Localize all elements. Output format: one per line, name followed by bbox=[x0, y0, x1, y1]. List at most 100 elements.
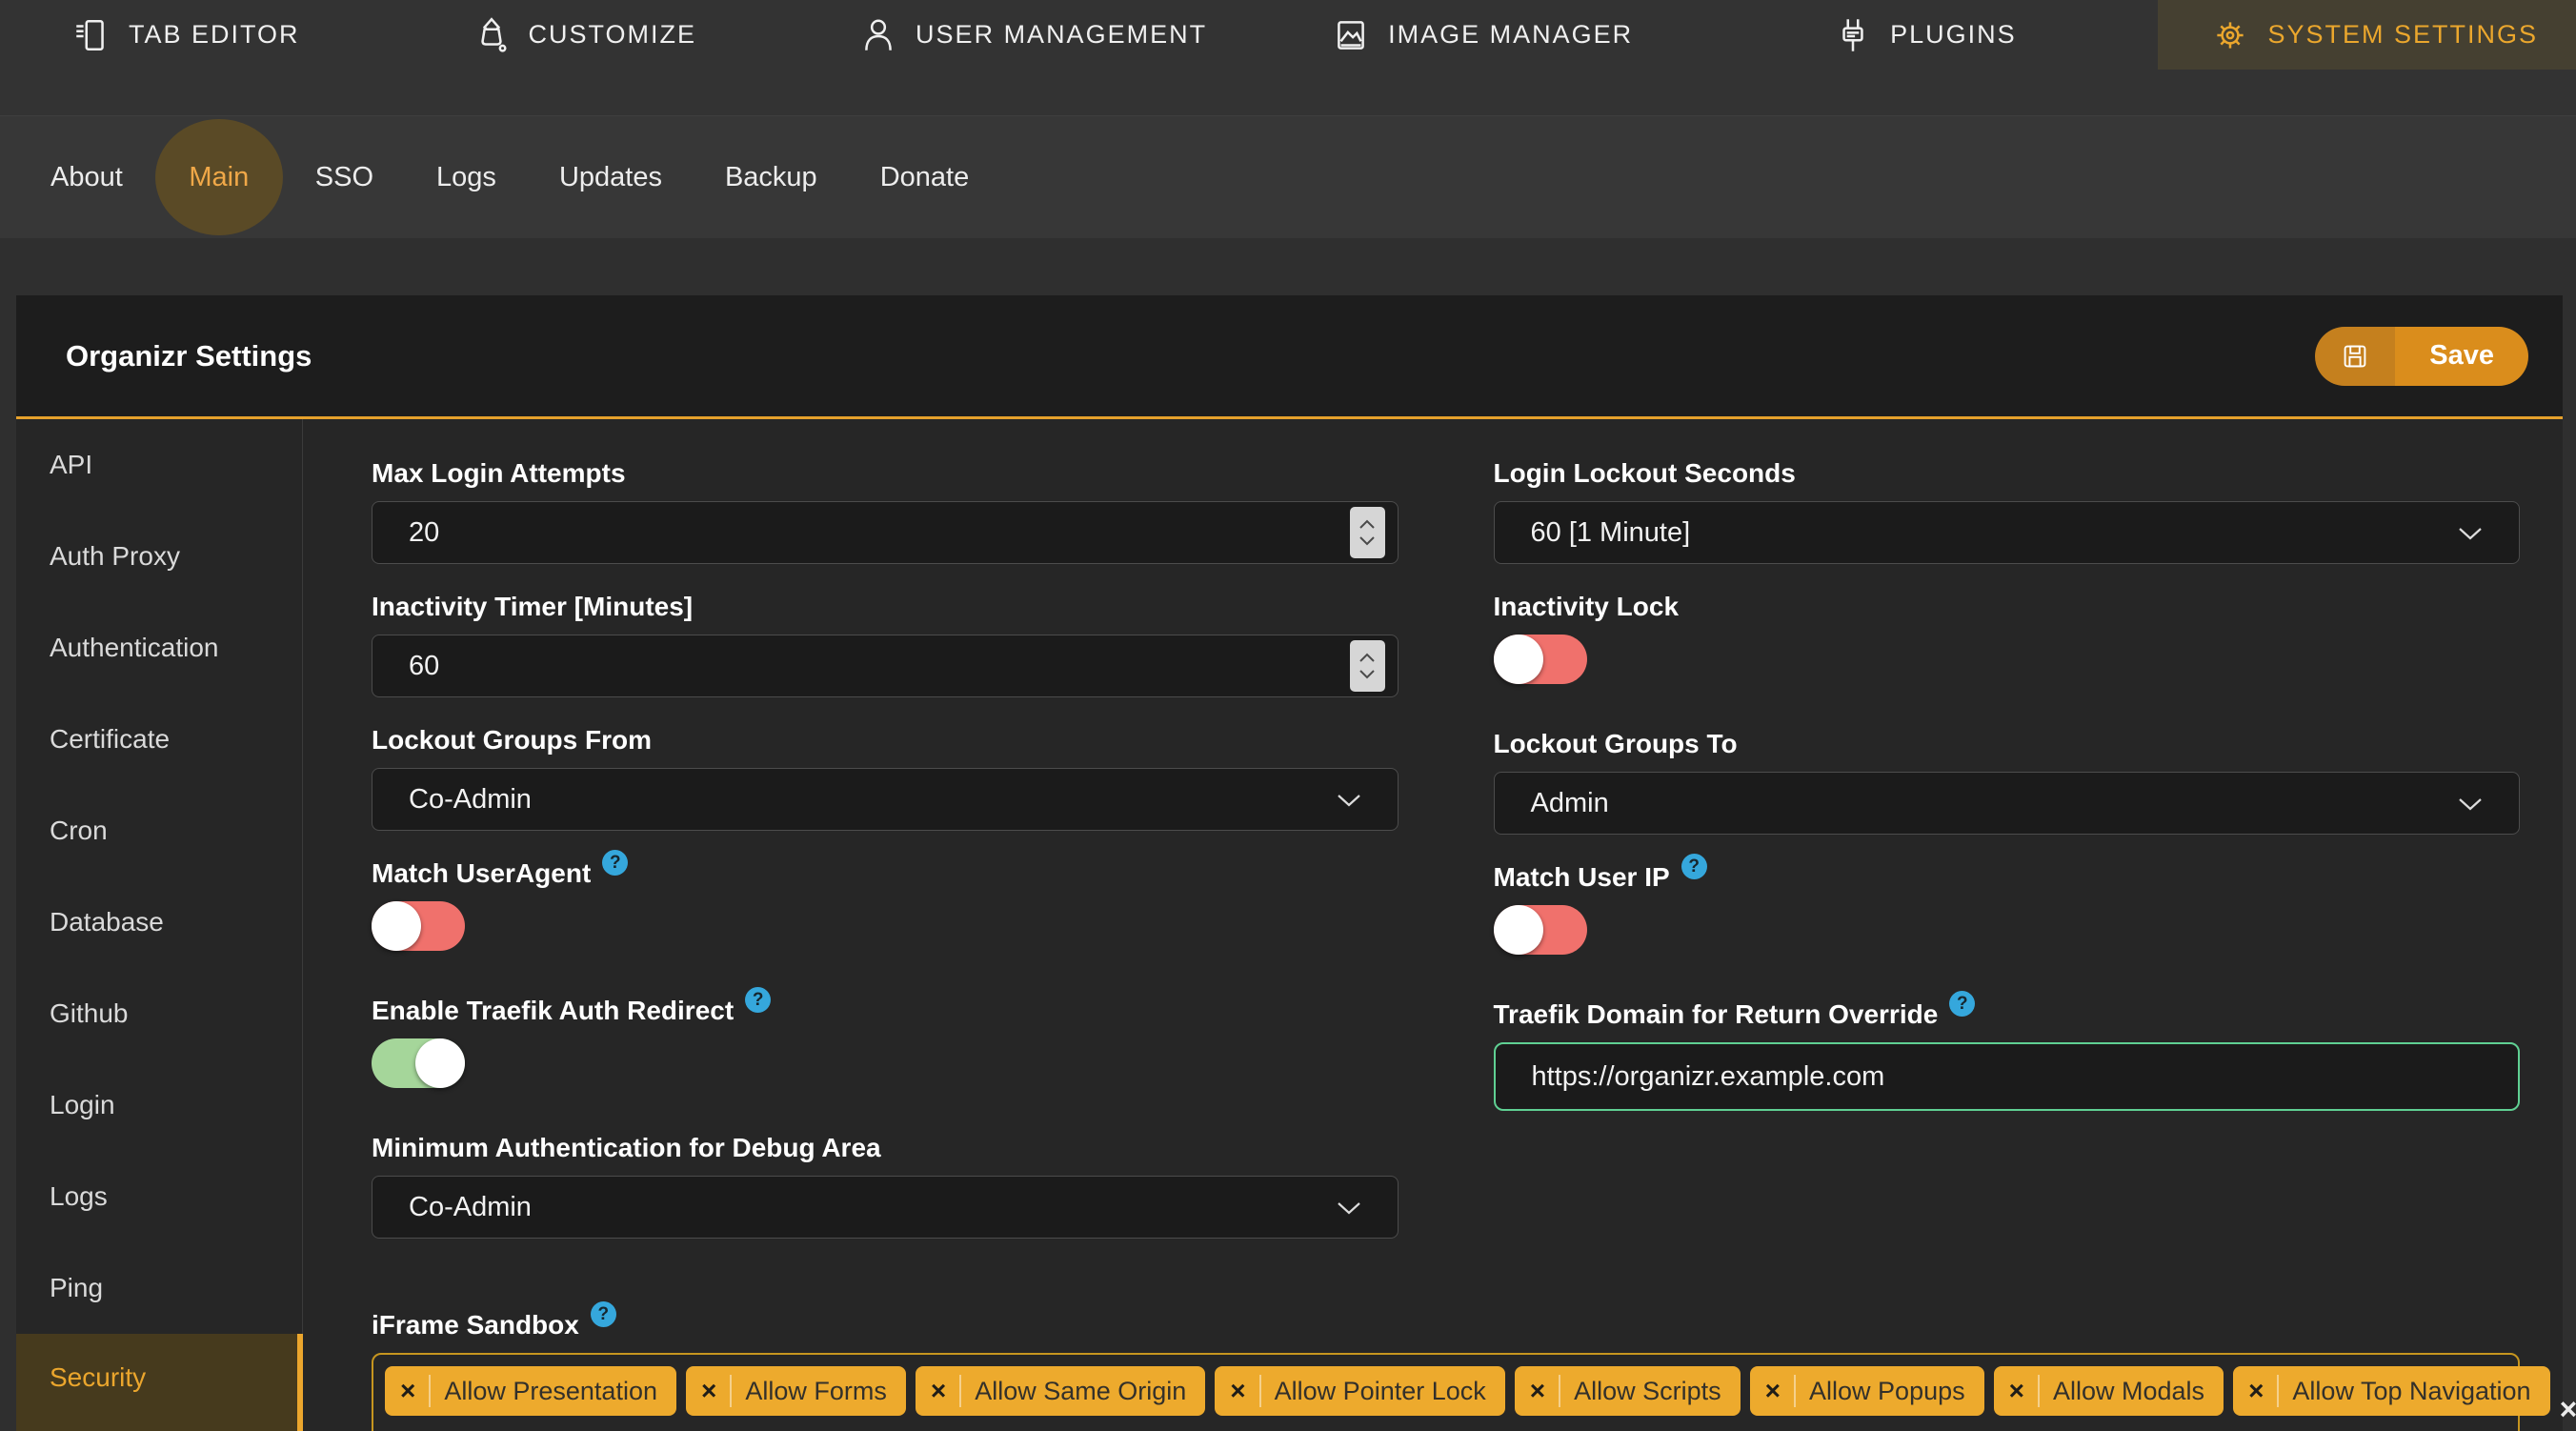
tag-remove-icon[interactable]: × bbox=[1765, 1376, 1781, 1406]
sidebar-item-login[interactable]: Login bbox=[16, 1059, 302, 1151]
sidebar-item-api[interactable]: API bbox=[16, 419, 302, 511]
tag-remove-icon[interactable]: × bbox=[701, 1376, 716, 1406]
stepper-up-icon[interactable] bbox=[1358, 519, 1376, 530]
tag-separator bbox=[1258, 1375, 1261, 1407]
settings-sub-navigation: About Main SSO Logs Updates Backup Donat… bbox=[0, 116, 2576, 238]
max-login-attempts-input[interactable] bbox=[372, 502, 1398, 563]
match-useragent-toggle[interactable] bbox=[372, 901, 465, 951]
tab-tab-editor[interactable]: TAB EDITOR bbox=[71, 0, 300, 70]
tab-image-manager[interactable]: IMAGE MANAGER bbox=[1331, 0, 1633, 70]
lockout-groups-from-select[interactable]: Co-Admin bbox=[372, 768, 1399, 831]
subnav-updates[interactable]: Updates bbox=[528, 162, 694, 193]
tag-allow-forms[interactable]: × Allow Forms bbox=[685, 1366, 906, 1416]
selected-value: Co-Admin bbox=[409, 783, 532, 815]
tag-remove-icon[interactable]: × bbox=[1530, 1376, 1545, 1406]
tab-label: USER MANAGEMENT bbox=[916, 20, 1208, 49]
login-lockout-seconds-select[interactable]: 60 [1 Minute] bbox=[1493, 501, 2520, 564]
enable-traefik-auth-redirect-toggle[interactable] bbox=[372, 1038, 465, 1088]
subnav-sso[interactable]: SSO bbox=[284, 162, 405, 193]
help-icon[interactable]: ? bbox=[745, 987, 772, 1013]
panel-body: API Auth Proxy Authentication Certificat… bbox=[16, 419, 2576, 1431]
field-label-text: Login Lockout Seconds bbox=[1493, 458, 1796, 488]
tag-separator bbox=[959, 1375, 962, 1407]
top-navigation-bar: TAB EDITOR CUSTOMIZE USER MANAGEMENT IMA… bbox=[0, 0, 2576, 116]
sidebar-item-database[interactable]: Database bbox=[16, 877, 302, 968]
sidebar-item-github[interactable]: Github bbox=[16, 968, 302, 1059]
field-label-text: Minimum Authentication for Debug Area bbox=[372, 1133, 881, 1162]
iframe-sandbox-tag-input[interactable]: × Allow Presentation × Allow Forms × Allow … bbox=[372, 1353, 2576, 1431]
tab-label: TAB EDITOR bbox=[129, 20, 300, 49]
subnav-donate[interactable]: Donate bbox=[849, 162, 1001, 193]
subnav-about[interactable]: About bbox=[19, 162, 154, 193]
number-stepper[interactable] bbox=[1349, 507, 1385, 558]
tab-label: SYSTEM SETTINGS bbox=[2267, 20, 2538, 49]
tag-remove-icon[interactable]: × bbox=[1230, 1376, 1245, 1406]
subnav-main-active[interactable]: Main bbox=[154, 119, 283, 235]
subnav-logs[interactable]: Logs bbox=[405, 162, 528, 193]
settings-sidebar: API Auth Proxy Authentication Certificat… bbox=[16, 419, 303, 1431]
number-stepper[interactable] bbox=[1349, 640, 1385, 692]
top-nav-items: TAB EDITOR CUSTOMIZE USER MANAGEMENT IMA… bbox=[0, 0, 2576, 70]
match-user-ip-label: Match User IP ? bbox=[1494, 854, 2521, 894]
sidebar-item-cron[interactable]: Cron bbox=[16, 785, 302, 877]
enable-traefik-auth-redirect-label: Enable Traefik Auth Redirect ? bbox=[372, 987, 1399, 1027]
user-management-icon bbox=[865, 19, 892, 50]
iframe-sandbox-group: iFrame Sandbox ? × Allow Presentation × Al… bbox=[372, 1301, 2576, 1431]
tag-allow-scripts[interactable]: × Allow Scripts bbox=[1514, 1366, 1741, 1416]
tag-separator bbox=[1559, 1375, 1561, 1407]
sidebar-item-authentication[interactable]: Authentication bbox=[16, 602, 302, 694]
tag-allow-modals[interactable]: × Allow Modals bbox=[1993, 1366, 2224, 1416]
chevron-down-icon bbox=[2458, 517, 2483, 549]
stepper-up-icon[interactable] bbox=[1358, 653, 1376, 663]
tag-remove-icon[interactable]: × bbox=[2248, 1376, 2264, 1406]
match-user-ip-toggle[interactable] bbox=[1493, 905, 1587, 955]
minimum-auth-debug-label: Minimum Authentication for Debug Area bbox=[372, 1132, 1399, 1164]
tag-allow-presentation[interactable]: × Allow Presentation bbox=[385, 1366, 676, 1416]
tag-remove-icon[interactable]: × bbox=[931, 1376, 946, 1406]
plugins-icon bbox=[1842, 18, 1863, 51]
tag-label: Allow Popups bbox=[1809, 1376, 1965, 1405]
toggle-knob bbox=[372, 901, 421, 951]
form-left-column: Max Login Attempts Inactivity Timer [Min… bbox=[372, 457, 1399, 1265]
field-label-text: Inactivity Timer [Minutes] bbox=[372, 592, 694, 621]
toggle-knob bbox=[1493, 635, 1543, 684]
help-icon[interactable]: ? bbox=[1949, 991, 1976, 1017]
lockout-groups-to-select[interactable]: Admin bbox=[1493, 772, 2520, 835]
tag-allow-top-navigation[interactable]: × Allow Top Navigation bbox=[2233, 1366, 2550, 1416]
sidebar-item-security[interactable]: Security bbox=[16, 1334, 303, 1431]
image-manager-icon bbox=[1338, 20, 1364, 50]
sidebar-item-ping[interactable]: Ping bbox=[16, 1242, 302, 1334]
tag-allow-same-origin[interactable]: × Allow Same Origin bbox=[915, 1366, 1206, 1416]
field-label-text: Lockout Groups From bbox=[372, 725, 652, 755]
tag-remove-icon[interactable]: × bbox=[400, 1376, 415, 1406]
tag-allow-pointer-lock[interactable]: × Allow Pointer Lock bbox=[1215, 1366, 1505, 1416]
tab-customize[interactable]: CUSTOMIZE bbox=[472, 0, 697, 70]
tag-remove-icon[interactable]: × bbox=[2009, 1376, 2024, 1406]
help-icon[interactable]: ? bbox=[590, 1301, 616, 1327]
stepper-down-icon[interactable] bbox=[1358, 535, 1376, 546]
field-label-text: Match UserAgent bbox=[372, 858, 592, 888]
selected-value: Co-Admin bbox=[409, 1191, 532, 1222]
field-label-text: Max Login Attempts bbox=[372, 458, 626, 488]
panel-header: Organizr Settings Save bbox=[16, 295, 2563, 419]
clear-all-tags-button[interactable]: × bbox=[2560, 1384, 2576, 1431]
minimum-auth-debug-select[interactable]: Co-Admin bbox=[372, 1176, 1399, 1239]
tab-user-management[interactable]: USER MANAGEMENT bbox=[858, 0, 1207, 70]
traefik-domain-override-input[interactable] bbox=[1495, 1044, 2518, 1109]
sidebar-item-certificate[interactable]: Certificate bbox=[16, 694, 302, 785]
stepper-down-icon[interactable] bbox=[1358, 669, 1376, 679]
inactivity-lock-toggle[interactable] bbox=[1493, 635, 1587, 684]
save-button[interactable]: Save bbox=[2315, 326, 2528, 386]
inactivity-timer-input[interactable] bbox=[372, 635, 1398, 696]
sidebar-item-logs[interactable]: Logs bbox=[16, 1151, 302, 1242]
subnav-backup[interactable]: Backup bbox=[694, 162, 849, 193]
help-icon[interactable]: ? bbox=[1680, 854, 1707, 879]
tab-label: PLUGINS bbox=[1890, 20, 2017, 49]
tag-allow-popups[interactable]: × Allow Popups bbox=[1749, 1366, 1984, 1416]
floppy-save-icon bbox=[2344, 345, 2366, 367]
help-icon[interactable]: ? bbox=[602, 850, 629, 876]
tab-plugins[interactable]: PLUGINS bbox=[1833, 0, 2017, 70]
tab-system-settings[interactable]: SYSTEM SETTINGS bbox=[2158, 0, 2576, 70]
tag-separator bbox=[730, 1375, 733, 1407]
sidebar-item-auth-proxy[interactable]: Auth Proxy bbox=[16, 511, 302, 602]
